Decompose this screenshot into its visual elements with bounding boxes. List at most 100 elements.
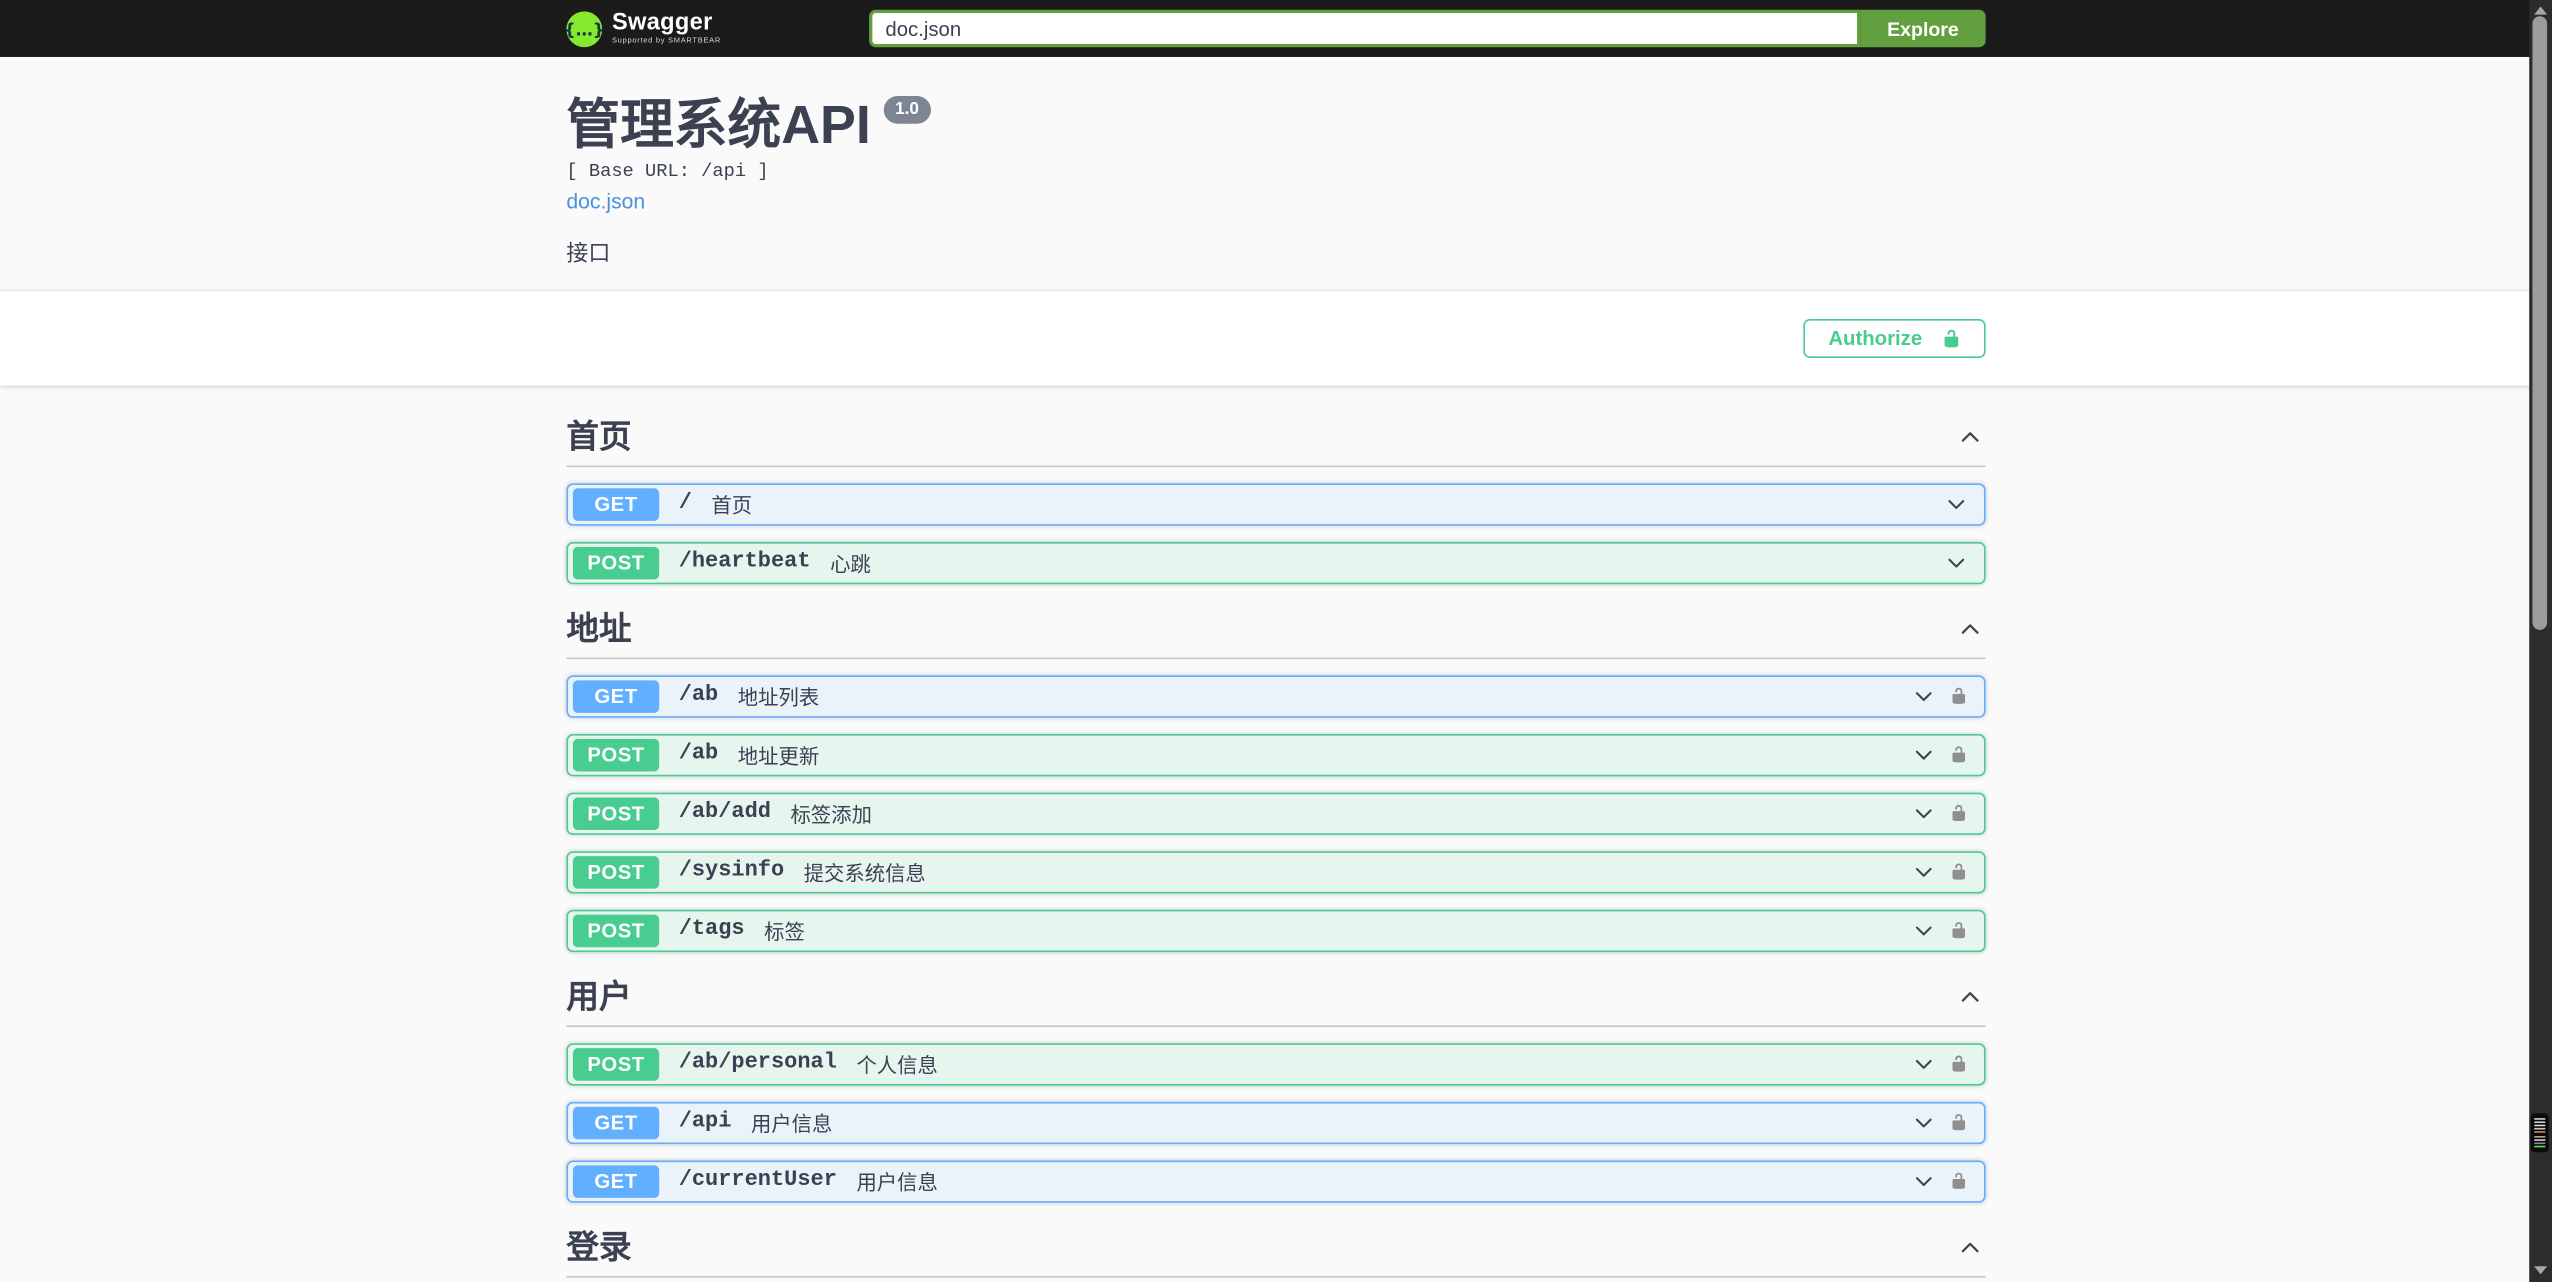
scheme-container: Authorize bbox=[0, 289, 2552, 386]
chevron-up-icon[interactable] bbox=[1955, 617, 1986, 641]
operation-path: /ab bbox=[678, 683, 719, 709]
operation-summary: 首页 bbox=[711, 494, 753, 518]
chevron-down-icon[interactable] bbox=[1912, 919, 1935, 942]
spec-link[interactable]: doc.json bbox=[566, 188, 645, 212]
operation-controls bbox=[1912, 860, 1984, 883]
operation-path: / bbox=[678, 491, 692, 517]
topbar: {…} Swagger Supported by SMARTBEAR Explo… bbox=[0, 0, 2552, 57]
method-badge: POST bbox=[572, 855, 660, 888]
operation-row[interactable]: POST/heartbeat 心跳 bbox=[566, 541, 1986, 584]
method-badge: POST bbox=[572, 738, 660, 771]
operation-controls bbox=[1912, 1111, 1984, 1134]
operation-path: /currentUser bbox=[678, 1168, 837, 1194]
section-header[interactable]: 首页 bbox=[566, 413, 1986, 467]
operation-summary: 个人信息 bbox=[856, 1054, 938, 1078]
scrollbar-down-arrow[interactable] bbox=[2533, 1266, 2547, 1275]
operation-path: /ab/add bbox=[678, 800, 772, 826]
operation-summary: 心跳 bbox=[830, 553, 871, 577]
operation-path: /ab/personal bbox=[678, 1051, 837, 1076]
operation-path: /heartbeat bbox=[678, 550, 811, 575]
method-badge: POST bbox=[572, 1047, 660, 1081]
method-badge: POST bbox=[572, 546, 660, 579]
operation-summary: 提交系统信息 bbox=[803, 862, 926, 886]
api-section: 首页 GET / 首页 POST/heartbeat 心跳 bbox=[566, 413, 1986, 584]
operation-row[interactable]: POST/sysinfo 提交系统信息 bbox=[566, 850, 1986, 893]
operation-row[interactable]: GET / 首页 bbox=[566, 482, 1986, 526]
section-title: 首页 bbox=[566, 419, 632, 456]
svg-text:{…}: {…} bbox=[566, 20, 602, 40]
chevron-down-icon[interactable] bbox=[1945, 492, 1968, 515]
operation-summary: 用户信息 bbox=[750, 1113, 833, 1137]
marker-line bbox=[2533, 1138, 2547, 1141]
operation-controls bbox=[1912, 1052, 1984, 1075]
marker-line bbox=[2533, 1135, 2547, 1137]
section-header[interactable]: 用户 bbox=[566, 973, 1986, 1027]
marker-line bbox=[2533, 1121, 2547, 1124]
scrollbar[interactable] bbox=[2528, 0, 2552, 1282]
lock-icon[interactable] bbox=[1950, 685, 1968, 706]
chevron-down-icon[interactable] bbox=[1945, 551, 1968, 574]
operation-path: /api bbox=[678, 1110, 732, 1135]
lock-icon[interactable] bbox=[1950, 1112, 1968, 1133]
operation-row[interactable]: POST/ab/add 标签添加 bbox=[566, 791, 1986, 835]
operation-path: /ab bbox=[678, 742, 719, 767]
spec-url-input[interactable] bbox=[869, 9, 1861, 48]
section-header[interactable]: 地址 bbox=[566, 605, 1986, 659]
chevron-up-icon[interactable] bbox=[1955, 1235, 1986, 1259]
method-badge: GET bbox=[572, 1164, 660, 1198]
lock-icon[interactable] bbox=[1950, 1053, 1968, 1074]
version-badge: 1.0 bbox=[883, 96, 931, 123]
operation-row[interactable]: POST/ab/personal 个人信息 bbox=[566, 1042, 1986, 1085]
scrollbar-thumb[interactable] bbox=[2532, 16, 2548, 630]
section-header[interactable]: 登录 bbox=[566, 1223, 1986, 1277]
chevron-up-icon[interactable] bbox=[1955, 985, 1986, 1009]
chevron-up-icon[interactable] bbox=[1955, 425, 1986, 449]
lock-icon[interactable] bbox=[1950, 744, 1968, 765]
scrollbar-marker-widget bbox=[2530, 1113, 2550, 1153]
operation-summary: 标签 bbox=[764, 921, 805, 945]
operation-controls bbox=[1912, 1170, 1984, 1193]
operation-row[interactable]: POST/tags 标签 bbox=[566, 909, 1986, 952]
chevron-down-icon[interactable] bbox=[1912, 860, 1935, 883]
operation-summary: 标签添加 bbox=[790, 804, 872, 827]
lock-icon[interactable] bbox=[1950, 803, 1968, 824]
chevron-down-icon[interactable] bbox=[1912, 1170, 1935, 1193]
chevron-down-icon[interactable] bbox=[1912, 743, 1935, 766]
chevron-down-icon[interactable] bbox=[1912, 1052, 1935, 1075]
operation-summary: 地址列表 bbox=[737, 686, 820, 710]
api-section: 用户 POST/ab/personal 个人信息 GET/api 用户信息 GET/cur… bbox=[566, 973, 1986, 1203]
explore-button[interactable]: Explore bbox=[1860, 9, 1986, 48]
method-badge: POST bbox=[572, 796, 660, 830]
api-title-text: 管理系统API bbox=[566, 94, 871, 155]
unlock-icon bbox=[1944, 329, 1959, 347]
lock-icon[interactable] bbox=[1950, 1170, 1968, 1191]
operation-row[interactable]: GET/currentUser 用户信息 bbox=[566, 1159, 1986, 1203]
chevron-down-icon[interactable] bbox=[1912, 685, 1935, 708]
marker-line bbox=[2533, 1118, 2547, 1120]
chevron-down-icon[interactable] bbox=[1912, 802, 1935, 825]
brand-name: Swagger bbox=[611, 9, 713, 36]
swagger-brand[interactable]: {…} Swagger Supported by SMARTBEAR bbox=[566, 9, 722, 47]
api-description: 接口 bbox=[566, 240, 611, 265]
spec-url-bar: Explore bbox=[869, 9, 1986, 48]
chevron-down-icon[interactable] bbox=[1912, 1111, 1935, 1134]
lock-icon[interactable] bbox=[1950, 861, 1968, 882]
operation-row[interactable]: POST/ab 地址更新 bbox=[566, 733, 1986, 776]
scrollbar-up-arrow[interactable] bbox=[2533, 6, 2547, 15]
brand-subtitle: Supported by SMARTBEAR bbox=[611, 36, 722, 45]
operation-controls bbox=[1912, 743, 1984, 766]
authorize-button[interactable]: Authorize bbox=[1803, 318, 1986, 358]
method-badge: GET bbox=[572, 487, 660, 521]
page-title: 管理系统API 1.0 bbox=[566, 93, 1985, 157]
method-badge: GET bbox=[572, 1106, 660, 1139]
marker-line bbox=[2533, 1145, 2547, 1148]
operation-row[interactable]: GET/ab 地址列表 bbox=[566, 674, 1986, 718]
operation-row[interactable]: GET/api 用户信息 bbox=[566, 1101, 1986, 1144]
method-badge: POST bbox=[572, 914, 660, 947]
method-badge: GET bbox=[572, 679, 660, 713]
section-title: 地址 bbox=[566, 611, 632, 648]
operations-list: 首页 GET / 首页 POST/heartbeat 心跳地址 GET/ab 地址列表 POST… bbox=[566, 385, 1986, 1282]
operation-path: /tags bbox=[678, 918, 745, 943]
lock-icon[interactable] bbox=[1950, 920, 1968, 941]
operation-summary: 用户信息 bbox=[856, 1171, 938, 1195]
